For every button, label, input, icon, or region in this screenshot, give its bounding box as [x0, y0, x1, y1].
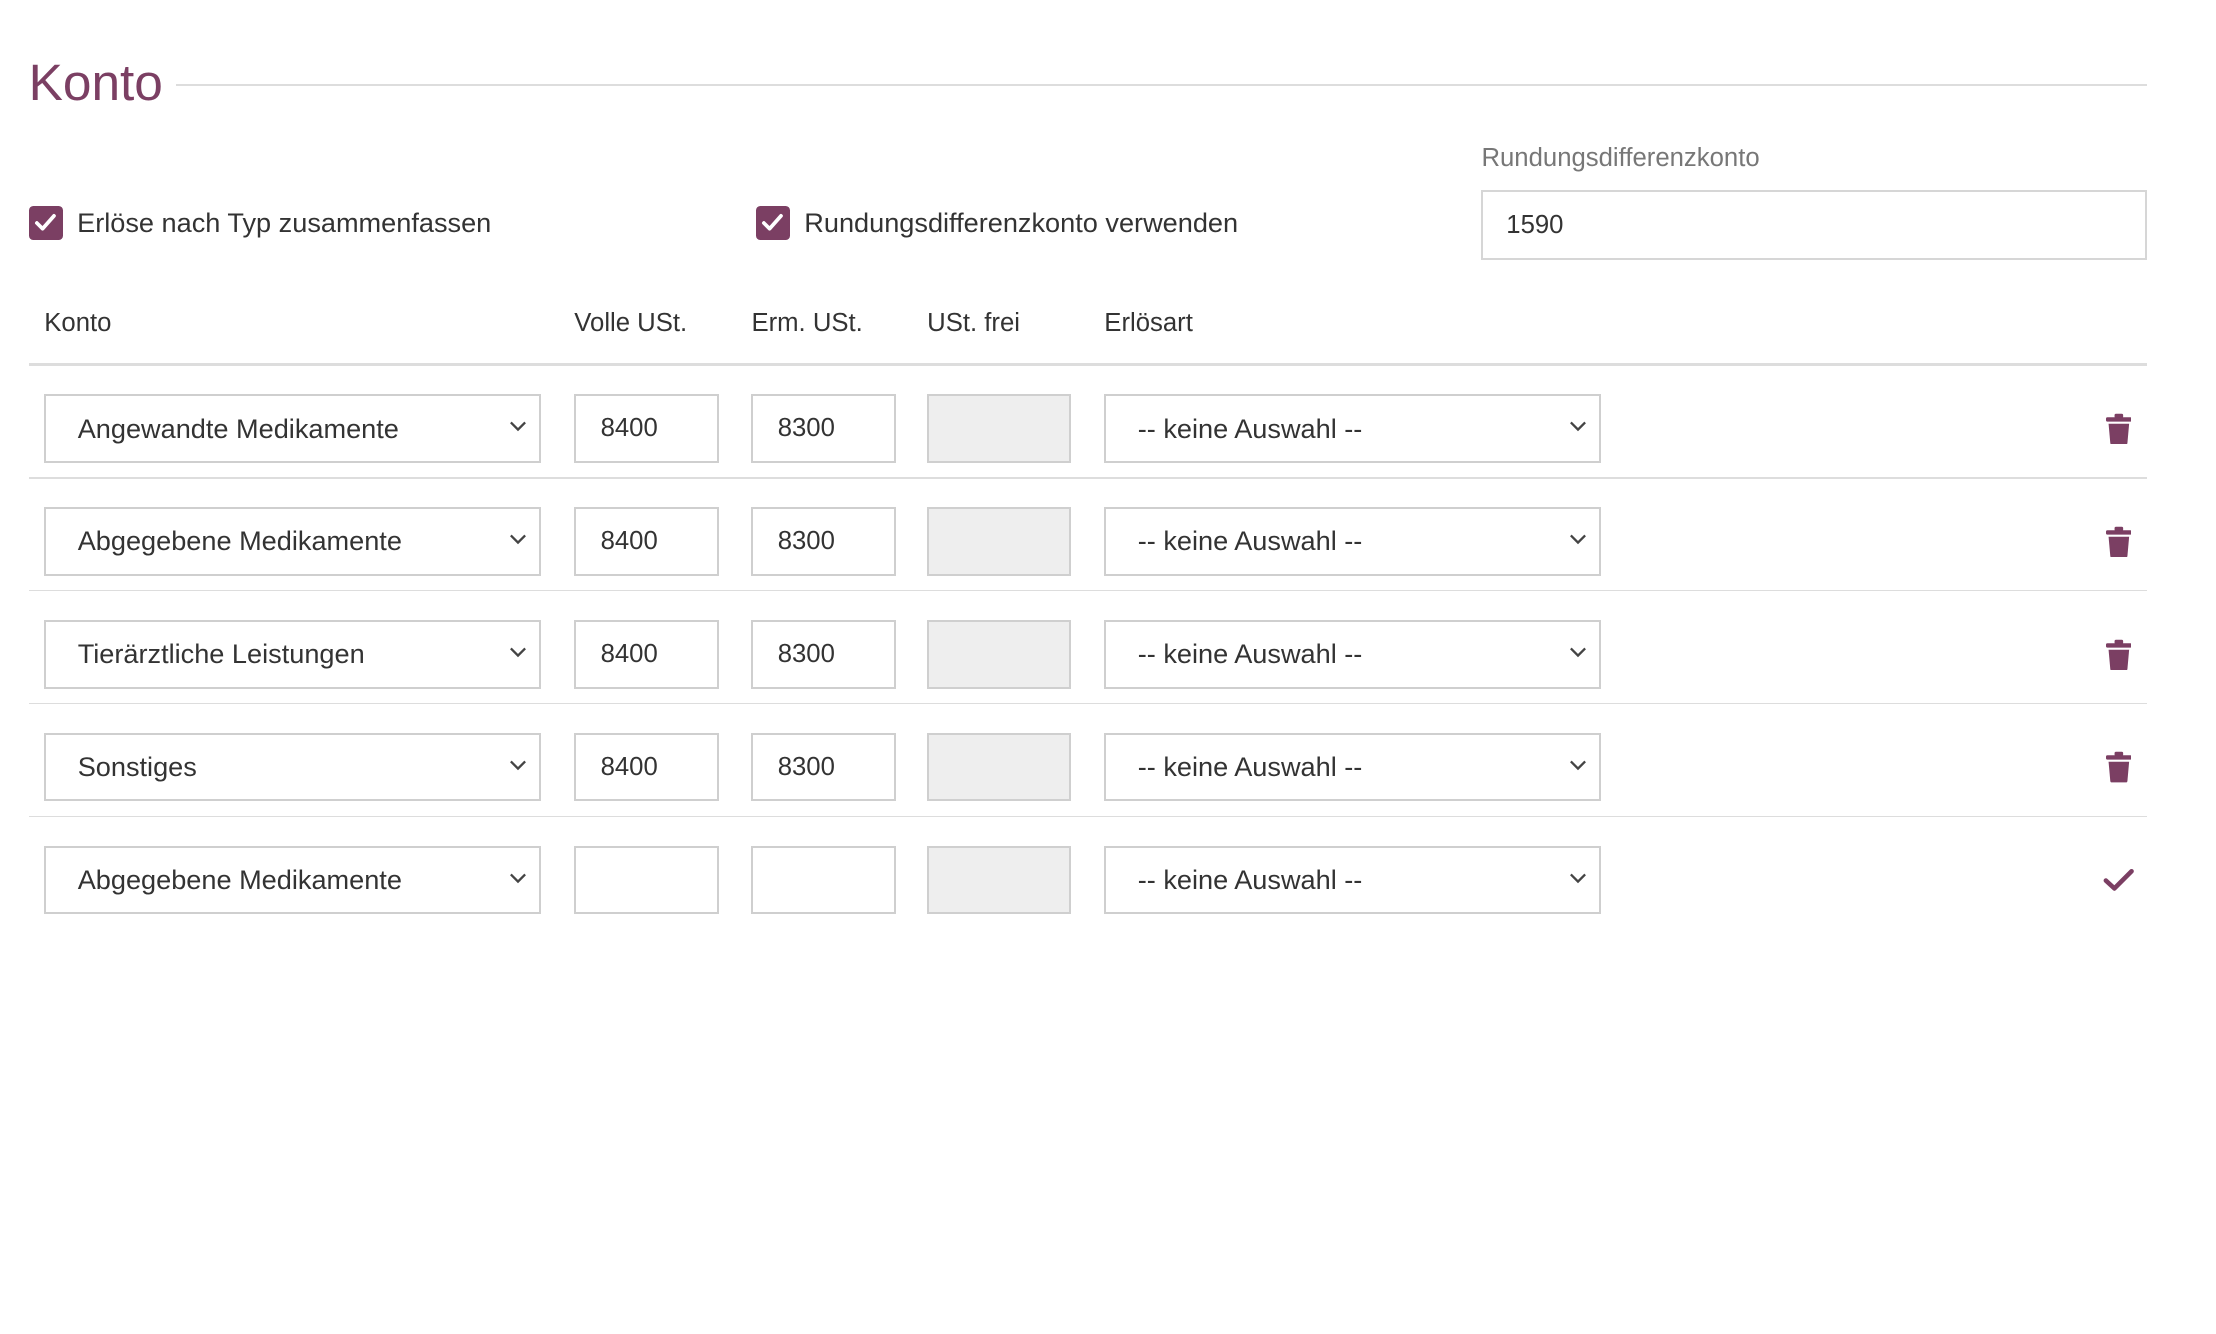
konto-select-value: Sonstiges	[77, 751, 197, 783]
erloesart-select-value: -- keine Auswahl --	[1137, 751, 1363, 783]
ust-frei-input	[927, 845, 1072, 915]
ust-frei-input	[927, 507, 1072, 576]
column-header-erloesart: Erlösart	[1104, 308, 1193, 337]
erm-ust-input[interactable]: 8300	[751, 507, 896, 576]
trash-icon	[2105, 526, 2132, 558]
konto-select-value: Abgegebene Medikamente	[77, 864, 402, 895]
volle-ust-input[interactable]: 8400	[574, 394, 719, 463]
column-header-volle-ust: Volle USt.	[574, 308, 688, 337]
chevron-down-icon	[1570, 873, 1586, 883]
trash-icon	[2105, 752, 2132, 783]
checkmark-icon	[2103, 869, 2134, 891]
table-row: Tierärztliche Leistungen 8400 8300 -- ke…	[28, 591, 2148, 705]
konto-select[interactable]: Abgegebene Medikamente	[44, 507, 542, 576]
volle-ust-input[interactable]: 8400	[574, 507, 719, 576]
erm-ust-input[interactable]	[751, 845, 896, 915]
checkmark-icon	[35, 213, 57, 231]
rounding-account-label: Rundungsdifferenzkonto	[1481, 144, 1760, 173]
chevron-down-icon	[510, 421, 526, 432]
use-rounding-option[interactable]: Rundungsdifferenzkonto verwenden	[755, 205, 1239, 240]
chevron-down-icon	[1570, 421, 1586, 432]
konto-select[interactable]: Abgegebene Medikamente	[44, 845, 542, 915]
trash-icon	[2105, 639, 2132, 670]
group-revenue-option[interactable]: Erlöse nach Typ zusammenfassen	[28, 205, 492, 240]
chevron-down-icon	[1570, 760, 1586, 771]
chevron-down-icon	[1570, 647, 1586, 658]
konto-settings-panel: Konto Erlöse nach Typ zusammenfassen Run…	[0, 0, 2216, 934]
group-revenue-label: Erlöse nach Typ zusammenfassen	[77, 206, 492, 238]
erloesart-select-value: -- keine Auswahl --	[1137, 638, 1363, 670]
chevron-down-icon	[510, 647, 526, 658]
table-row: Sonstiges 8400 8300 -- keine Auswahl --	[28, 704, 2148, 818]
use-rounding-label: Rundungsdifferenzkonto verwenden	[804, 206, 1239, 238]
section-title-rule	[175, 84, 2148, 86]
erloesart-select[interactable]: -- keine Auswahl --	[1104, 845, 1602, 915]
volle-ust-input[interactable]: 8400	[574, 620, 719, 689]
erloesart-select[interactable]: -- keine Auswahl --	[1104, 732, 1602, 802]
erm-ust-input[interactable]: 8300	[751, 732, 896, 802]
chevron-down-icon	[510, 873, 526, 883]
ust-frei-input	[927, 620, 1072, 689]
volle-ust-input[interactable]	[574, 845, 719, 915]
volle-ust-input[interactable]: 8400	[574, 732, 719, 802]
konto-select[interactable]: Sonstiges	[44, 732, 542, 802]
konto-select-value: Angewandte Medikamente	[77, 412, 399, 444]
erm-ust-input[interactable]: 8300	[751, 620, 896, 689]
ust-frei-input	[927, 732, 1072, 802]
erloesart-select-value: -- keine Auswahl --	[1137, 864, 1363, 895]
use-rounding-checkbox[interactable]	[755, 205, 790, 240]
chevron-down-icon	[510, 760, 526, 771]
erloesart-select[interactable]: -- keine Auswahl --	[1104, 394, 1602, 463]
confirm-row-button[interactable]	[2103, 863, 2134, 897]
chevron-down-icon	[510, 534, 526, 545]
rounding-account-input[interactable]: 1590	[1481, 190, 2148, 260]
trash-icon	[2105, 413, 2132, 445]
column-header-erm-ust: Erm. USt.	[751, 308, 863, 337]
erm-ust-input[interactable]: 8300	[751, 394, 896, 463]
konto-select-value: Tierärztliche Leistungen	[77, 638, 365, 670]
erloesart-select-value: -- keine Auswahl --	[1137, 525, 1363, 557]
delete-row-button[interactable]	[2103, 637, 2134, 671]
column-header-ust-frei: USt. frei	[927, 308, 1020, 337]
konto-select[interactable]: Angewandte Medikamente	[44, 394, 542, 463]
erloesart-select[interactable]: -- keine Auswahl --	[1104, 507, 1602, 576]
erloesart-select[interactable]: -- keine Auswahl --	[1104, 620, 1602, 689]
konto-select-value: Abgegebene Medikamente	[77, 525, 402, 557]
erloesart-select-value: -- keine Auswahl --	[1137, 412, 1363, 444]
delete-row-button[interactable]	[2103, 524, 2134, 558]
section-title: Konto	[28, 53, 163, 112]
column-header-konto: Konto	[44, 308, 112, 337]
checkmark-icon	[762, 213, 784, 231]
konto-select[interactable]: Tierärztliche Leistungen	[44, 620, 542, 689]
table-row-new: Abgegebene Medikamente -- keine Auswahl …	[29, 817, 2148, 930]
ust-frei-input	[927, 394, 1072, 463]
table-row: Angewandte Medikamente 8400 8300 -- kein…	[28, 366, 2148, 479]
delete-row-button[interactable]	[2103, 750, 2134, 784]
group-revenue-checkbox[interactable]	[28, 205, 63, 240]
chevron-down-icon	[1570, 534, 1586, 545]
table-row: Abgegebene Medikamente 8400 8300 -- kein…	[28, 479, 2148, 592]
delete-row-button[interactable]	[2103, 411, 2134, 445]
